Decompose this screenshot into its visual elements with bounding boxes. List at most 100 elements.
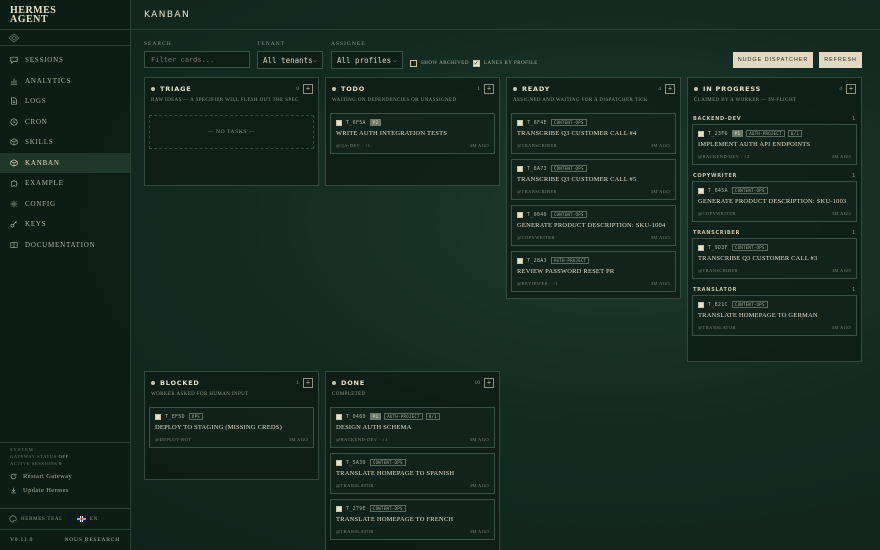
add-card-button[interactable]: + — [665, 84, 675, 94]
task-card[interactable]: T_0460 P1 AUTH-PROJECT 0/1 DESIGN AUTH S… — [330, 407, 495, 448]
task-card[interactable]: T_B21C CONTENT-OPS TRANSLATE HOMEPAGE TO… — [692, 295, 857, 336]
card-checkbox[interactable] — [155, 413, 161, 420]
sidebar-item-keys[interactable]: KEYS — [0, 214, 130, 235]
sidebar-item-sessions[interactable]: SESSIONS — [0, 50, 130, 71]
card-age: 3M AGO — [469, 437, 489, 442]
page-header: KANBAN — [131, 0, 880, 30]
update-hermes-label: Update Hermes — [23, 487, 69, 494]
nudge-dispatcher-button[interactable]: NUDGE DISPATCHER — [733, 52, 813, 68]
lane-name: TRANSLATOR — [693, 286, 738, 293]
show-archived-toggle[interactable]: SHOW ARCHIVED — [410, 60, 469, 67]
search-input[interactable] — [144, 51, 250, 68]
restart-gateway-button[interactable]: Restart Gateway — [10, 473, 120, 480]
refresh-button[interactable]: REFRESH — [819, 52, 862, 68]
column-count: 4 — [839, 86, 842, 92]
show-archived-checkbox[interactable] — [410, 60, 417, 67]
language-code[interactable]: EN — [90, 517, 98, 522]
palette-icon[interactable] — [9, 515, 17, 523]
project-tag: CONTENT-OPS — [550, 165, 587, 172]
task-card[interactable]: T_23F6 P1 AUTH-PROJECT 0/1 IMPLEMENT AUT… — [692, 124, 857, 165]
card-assignee: @TRANSCRIBER — [698, 268, 738, 273]
card-checkbox[interactable] — [698, 187, 704, 194]
card-id: T_EF5D — [165, 413, 185, 420]
sidebar-item-label: CONFIG — [25, 199, 56, 208]
sidebar-item-logs[interactable]: LOGS — [0, 91, 130, 112]
lane-name: TRANSCRIBER — [693, 229, 741, 236]
card-checkbox[interactable] — [336, 119, 342, 126]
uk-flag-icon[interactable] — [76, 516, 86, 522]
assignee-select[interactable]: All profiles ⌵ — [331, 51, 403, 69]
brand-logo[interactable]: HERMES AGENT — [0, 0, 130, 30]
card-checkbox[interactable] — [698, 244, 704, 251]
chevron-down-icon: ⌵ — [313, 56, 317, 64]
column-in-progress: IN PROGRESS 4 + CLAIMED BY A WORKER — IN… — [687, 77, 862, 362]
add-card-button[interactable]: + — [484, 378, 494, 388]
active-sessions-label: ACTIVE SESSIONS — [10, 461, 58, 466]
card-header: T_9D3F CONTENT-OPS — [698, 243, 851, 252]
sidebar-item-example[interactable]: EXAMPLE — [0, 173, 130, 194]
card-footer: @COPYWRITER 3M AGO — [698, 211, 851, 216]
search-label: SEARCH — [144, 41, 172, 47]
card-age: 3M AGO — [650, 281, 670, 286]
card-checkbox[interactable] — [517, 119, 523, 126]
status-dot-icon — [332, 87, 336, 91]
sidebar-item-skills[interactable]: SKILLS — [0, 132, 130, 153]
status-dot-icon — [151, 87, 155, 91]
card-checkbox[interactable] — [336, 413, 342, 420]
chevron-down-icon: ⌵ — [393, 56, 397, 64]
card-checkbox[interactable] — [336, 459, 342, 466]
card-checkbox[interactable] — [517, 165, 523, 172]
download-icon — [11, 487, 16, 494]
card-header: T_0460 P1 AUTH-PROJECT 0/1 — [336, 412, 489, 421]
card-title: DEPLOY TO STAGING (MISSING CREDS) — [155, 424, 282, 431]
task-card[interactable]: T_EF5D OPS DEPLOY TO STAGING (MISSING CR… — [149, 407, 314, 448]
subtask-count-tag: 0/1 — [787, 130, 802, 137]
column-header: READY 4 + — [507, 78, 680, 100]
tenant-select[interactable]: All tenants ⌵ — [257, 51, 323, 69]
card-checkbox[interactable] — [517, 211, 523, 218]
task-card[interactable]: T_6F5A P2 WRITE AUTH INTEGRATION TESTS @… — [330, 113, 495, 154]
task-card[interactable]: T_0040 CONTENT-OPS GENERATE PRODUCT DESC… — [511, 205, 676, 246]
card-id: T_045A — [708, 187, 728, 194]
subtask-count-tag: 0/1 — [425, 413, 440, 420]
card-id: T_279E — [346, 505, 366, 512]
task-card[interactable]: T_8A73 CONTENT-OPS TRANSCRIBE Q3 CUSTOME… — [511, 159, 676, 200]
project-tag: CONTENT-OPS — [550, 211, 587, 218]
task-card[interactable]: T_28A3 AUTH-PROJECT REVIEW PASSWORD RESE… — [511, 251, 676, 292]
add-card-button[interactable]: + — [303, 378, 313, 388]
sidebar-item-config[interactable]: CONFIG — [0, 194, 130, 215]
sidebar-item-label: LOGS — [25, 97, 47, 106]
card-age: 3M AGO — [650, 143, 670, 148]
column-count: 0 — [296, 86, 299, 92]
task-card[interactable]: T_6F4E CONTENT-OPS TRANSCRIBE Q3 CUSTOME… — [511, 113, 676, 154]
card-title: DESIGN AUTH SCHEMA — [336, 424, 412, 431]
update-hermes-button[interactable]: Update Hermes — [10, 487, 120, 494]
card-checkbox[interactable] — [517, 257, 523, 264]
card-age: 3M AGO — [831, 325, 851, 330]
task-card[interactable]: T_9D3F CONTENT-OPS TRANSCRIBE Q3 CUSTOME… — [692, 238, 857, 279]
column-header: TRIAGE 0 + — [145, 78, 318, 100]
sidebar-item-documentation[interactable]: DOCUMENTATION — [0, 235, 130, 256]
task-card[interactable]: T_279E CONTENT-OPS TRANSLATE HOMEPAGE TO… — [330, 499, 495, 540]
task-card[interactable]: T_5A39 CONTENT-OPS TRANSLATE HOMEPAGE TO… — [330, 453, 495, 494]
sidebar-item-kanban[interactable]: KANBAN — [0, 152, 130, 173]
column-triage: TRIAGE 0 + RAW IDEAS — A SPECIFIER WILL … — [144, 77, 319, 186]
sidebar-item-analytics[interactable]: ANALYTICS — [0, 71, 130, 92]
task-card[interactable]: T_045A CONTENT-OPS GENERATE PRODUCT DESC… — [692, 181, 857, 222]
status-dot-icon — [332, 381, 336, 385]
theme-name[interactable]: HERMES TEAL — [21, 517, 63, 522]
lane-header: COPYWRITER 1 — [688, 170, 861, 181]
lanes-by-profile-checkbox[interactable] — [473, 60, 480, 67]
add-card-button[interactable]: + — [484, 84, 494, 94]
card-checkbox[interactable] — [336, 505, 342, 512]
assignee-label: ASSIGNEE — [331, 41, 366, 47]
card-checkbox[interactable] — [698, 301, 704, 308]
column-title: DONE — [341, 379, 366, 387]
card-header: T_EF5D OPS — [155, 412, 308, 421]
card-age: 3M AGO — [650, 189, 670, 194]
add-card-button[interactable]: + — [303, 84, 313, 94]
add-card-button[interactable]: + — [846, 84, 856, 94]
card-checkbox[interactable] — [698, 130, 704, 137]
sidebar-item-cron[interactable]: CRON — [0, 112, 130, 133]
lanes-by-profile-toggle[interactable]: LANES BY PROFILE — [473, 60, 538, 67]
